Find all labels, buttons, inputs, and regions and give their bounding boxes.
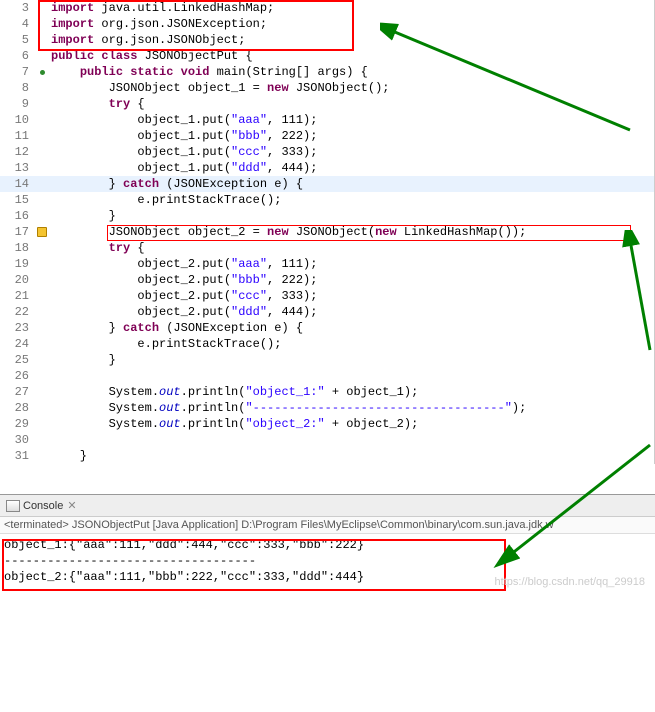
code-content: public class JSONObjectPut { bbox=[49, 49, 253, 63]
line-number: 26 bbox=[0, 369, 35, 383]
line-number: 8 bbox=[0, 81, 35, 95]
line-number: 11 bbox=[0, 129, 35, 143]
code-content: JSONObject object_2 = new JSONObject(new… bbox=[49, 225, 526, 239]
line-number: 19 bbox=[0, 257, 35, 271]
code-content: System.out.println("--------------------… bbox=[49, 401, 526, 415]
code-content: } catch (JSONException e) { bbox=[49, 321, 303, 335]
code-content: object_1.put("ccc", 333); bbox=[49, 145, 317, 159]
console-status: <terminated> JSONObjectPut [Java Applica… bbox=[0, 517, 655, 534]
code-editor[interactable]: 3 import java.util.LinkedHashMap; 4 import… bbox=[0, 0, 655, 464]
console-line: ----------------------------------- bbox=[4, 554, 651, 570]
line-number: 20 bbox=[0, 273, 35, 287]
line-number: 15 bbox=[0, 193, 35, 207]
close-icon[interactable]: ✕ bbox=[67, 499, 76, 512]
line-number: 16 bbox=[0, 209, 35, 223]
code-content: object_2.put("bbb", 222); bbox=[49, 273, 317, 287]
line-number: 17 bbox=[0, 225, 35, 239]
console-line: object_1:{"aaa":111,"ddd":444,"ccc":333,… bbox=[4, 538, 651, 554]
line-number: 5 bbox=[0, 33, 35, 47]
code-content: object_2.put("ccc", 333); bbox=[49, 289, 317, 303]
code-content: import java.util.LinkedHashMap; bbox=[49, 1, 274, 15]
line-number: 13 bbox=[0, 161, 35, 175]
console-tab-bar: Console ✕ bbox=[0, 495, 655, 517]
watermark: https://blog.csdn.net/qq_29918 bbox=[495, 576, 645, 588]
line-number: 4 bbox=[0, 17, 35, 31]
line-number: 28 bbox=[0, 401, 35, 415]
code-content: public static void main(String[] args) { bbox=[49, 65, 368, 79]
line-number: 10 bbox=[0, 113, 35, 127]
line-number: 23 bbox=[0, 321, 35, 335]
code-content: } bbox=[49, 449, 87, 463]
line-number: 7 bbox=[0, 65, 35, 79]
line-number: 6 bbox=[0, 49, 35, 63]
line-number: 30 bbox=[0, 433, 35, 447]
line-number: 22 bbox=[0, 305, 35, 319]
line-number: 9 bbox=[0, 97, 35, 111]
line-number: 29 bbox=[0, 417, 35, 431]
code-content: object_2.put("aaa", 111); bbox=[49, 257, 317, 271]
console-icon bbox=[6, 500, 20, 512]
code-content: object_1.put("ddd", 444); bbox=[49, 161, 317, 175]
code-content: } bbox=[49, 353, 116, 367]
code-content: JSONObject object_1 = new JSONObject(); bbox=[49, 81, 389, 95]
code-content: import org.json.JSONObject; bbox=[49, 33, 245, 47]
line-number: 24 bbox=[0, 337, 35, 351]
code-content: try { bbox=[49, 241, 145, 255]
code-content: } bbox=[49, 209, 116, 223]
line-number: 12 bbox=[0, 145, 35, 159]
code-content: try { bbox=[49, 97, 145, 111]
line-number: 14 bbox=[0, 177, 35, 191]
warning-icon[interactable] bbox=[37, 227, 47, 237]
code-content: e.printStackTrace(); bbox=[49, 337, 281, 351]
line-number: 3 bbox=[0, 1, 35, 15]
code-content: System.out.println("object_1:" + object_… bbox=[49, 385, 418, 399]
line-number: 21 bbox=[0, 289, 35, 303]
code-content: object_2.put("ddd", 444); bbox=[49, 305, 317, 319]
line-number: 25 bbox=[0, 353, 35, 367]
line-number: 18 bbox=[0, 241, 35, 255]
code-content: import org.json.JSONException; bbox=[49, 17, 267, 31]
code-content: System.out.println("object_2:" + object_… bbox=[49, 417, 418, 431]
console-panel: Console ✕ <terminated> JSONObjectPut [Ja… bbox=[0, 494, 655, 590]
method-marker-icon bbox=[40, 70, 45, 75]
code-content: object_1.put("aaa", 111); bbox=[49, 113, 317, 127]
line-number: 27 bbox=[0, 385, 35, 399]
line-number: 31 bbox=[0, 449, 35, 463]
code-content: e.printStackTrace(); bbox=[49, 193, 281, 207]
code-content: object_1.put("bbb", 222); bbox=[49, 129, 317, 143]
code-content: } catch (JSONException e) { bbox=[49, 177, 303, 191]
console-tab-label: Console bbox=[23, 500, 63, 512]
console-tab[interactable]: Console ✕ bbox=[0, 499, 83, 512]
